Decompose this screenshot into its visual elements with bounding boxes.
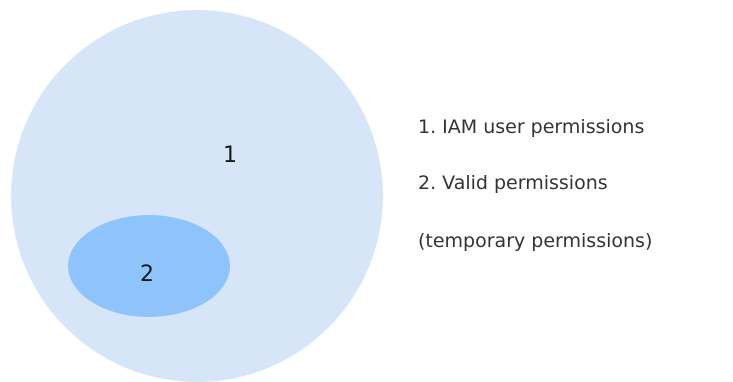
legend-item-temporary-permissions: (temporary permissions) (418, 230, 653, 252)
inner-region-number: 2 (140, 262, 154, 287)
iam-user-permissions-circle (11, 10, 383, 382)
legend-item-iam-user-permissions: 1. IAM user permissions (418, 116, 645, 138)
permissions-diagram: 1 2 1. IAM user permissions 2. Valid per… (0, 0, 733, 382)
venn-diagram: 1 2 (11, 10, 383, 382)
legend-item-valid-permissions: 2. Valid permissions (418, 172, 608, 194)
outer-region-number: 1 (223, 143, 237, 168)
